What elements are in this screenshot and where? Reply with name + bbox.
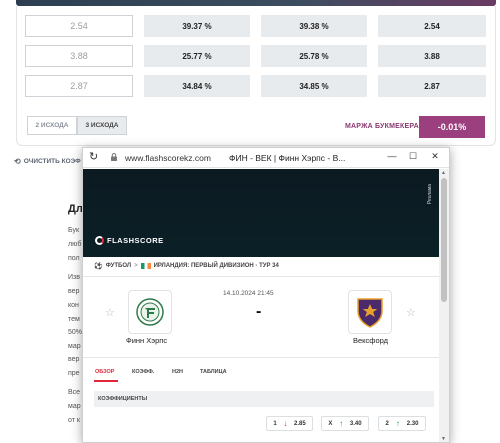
popup-browser-window: ↻ www.flashscorekz.com ФИН - ВЕК | Финн …	[82, 147, 450, 443]
article-line: вер	[68, 288, 80, 295]
margin-value: -0.01%	[419, 116, 485, 138]
flashscore-logo-icon	[95, 236, 104, 245]
window-title: ФИН - ВЕК | Финн Хэрпс - В...	[229, 153, 346, 163]
scrollbar-thumb[interactable]	[441, 178, 447, 302]
calc-row: 3.88 25.77 % 25.78 % 3.88	[25, 45, 487, 67]
odds-value: 2.85	[293, 420, 306, 427]
odds-label: 2	[385, 420, 389, 427]
article-line: кон	[68, 302, 79, 309]
home-team-name[interactable]: Финн Хэрпс	[126, 336, 167, 345]
reload-icon[interactable]: ↻	[89, 150, 98, 163]
article-heading: Дл	[68, 203, 83, 215]
article-line: пол	[68, 255, 80, 262]
article-line: от к	[68, 417, 80, 424]
flashscore-logo[interactable]: FLASHSCORE	[95, 236, 164, 245]
favorite-home-star-icon[interactable]: ☆	[105, 306, 115, 319]
odds-input[interactable]: 3.88	[25, 45, 133, 67]
tab-three-outcomes[interactable]: 3 ИСХОДА	[77, 116, 127, 135]
article-line: Изв	[68, 274, 80, 281]
odds-calculator: 2.54 39.37 % 39.38 % 2.54 3.88 25.77 % 2…	[16, 6, 496, 146]
article-line: Бук	[68, 227, 80, 234]
odds-home[interactable]: 1 ↓ 2.85	[266, 416, 313, 431]
window-titlebar[interactable]: ↻ www.flashscorekz.com ФИН - ВЕК | Финн …	[83, 148, 449, 168]
probability-cell: 39.37 %	[144, 15, 250, 37]
clear-odds-link[interactable]: ⟲ ОЧИСТИТЬ КОЭФ	[14, 157, 81, 166]
scroll-down-icon[interactable]: ▼	[441, 436, 446, 442]
odds-value: 2.30	[406, 420, 419, 427]
fair-odds-cell: 2.87	[378, 75, 486, 97]
breadcrumb-separator: >	[134, 263, 138, 269]
ad-label: Реклама	[427, 184, 433, 205]
ireland-flag-icon	[140, 263, 151, 269]
tab-h2h[interactable]: H2H	[172, 369, 183, 375]
odds-value: 3.40	[349, 420, 362, 427]
odds-section-header: КОЭФФИЦИЕНТЫ	[94, 391, 434, 407]
article-line: пре	[68, 370, 80, 377]
odds-label: X	[328, 420, 333, 427]
probability-cell: 34.84 %	[144, 75, 250, 97]
match-date: 14.10.2024 21:45	[223, 290, 274, 297]
minimize-button[interactable]: —	[385, 151, 399, 161]
article-line: люб	[68, 241, 82, 248]
tab-overview[interactable]: ОБЗОР	[95, 369, 114, 375]
refresh-icon: ⟲	[14, 157, 21, 166]
favorite-away-star-icon[interactable]: ☆	[406, 306, 416, 319]
arrow-up-icon: ↑	[339, 419, 344, 428]
article-line: вер	[68, 356, 80, 363]
away-team-name[interactable]: Вексфорд	[353, 336, 388, 345]
lock-icon	[111, 153, 117, 161]
margin-label: МАРЖА БУКМЕКЕРА	[345, 123, 419, 130]
odds-draw[interactable]: X ↑ 3.40	[321, 416, 369, 431]
tab-odds[interactable]: КОЭФФ.	[132, 369, 154, 375]
soccer-ball-icon: ⚽	[94, 263, 103, 270]
breadcrumb: ⚽ ФУТБОЛ > ИРЛАНДИЯ: ПЕРВЫЙ ДИВИЗИОН · Т…	[94, 262, 279, 270]
article-line: тем	[68, 316, 80, 323]
odds-input[interactable]: 2.54	[25, 15, 133, 37]
address-bar-url[interactable]: www.flashscorekz.com	[125, 153, 211, 163]
breadcrumb-sport[interactable]: ФУТБОЛ	[106, 263, 131, 269]
home-team-logo[interactable]	[128, 290, 172, 334]
tab-standings[interactable]: ТАБЛИЦА	[200, 369, 227, 375]
article-line: 50%	[68, 329, 83, 336]
calc-row: 2.54 39.37 % 39.38 % 2.54	[25, 15, 487, 37]
fair-probability-cell: 39.38 %	[261, 15, 367, 37]
divider	[83, 276, 439, 277]
arrow-up-icon: ↑	[395, 419, 400, 428]
tab-two-outcomes[interactable]: 2 ИСХОДА	[27, 116, 77, 135]
fair-probability-cell: 25.78 %	[261, 45, 367, 67]
odds-input[interactable]: 2.87	[25, 75, 133, 97]
fair-odds-cell: 2.54	[378, 15, 486, 37]
away-team-logo[interactable]	[348, 290, 392, 334]
page: 2.54 39.37 % 39.38 % 2.54 3.88 25.77 % 2…	[0, 0, 500, 443]
fair-odds-cell: 3.88	[378, 45, 486, 67]
odds-label: 1	[273, 420, 277, 427]
wexford-crest-icon	[357, 298, 383, 328]
probability-cell: 25.77 %	[144, 45, 250, 67]
article-line: мар	[68, 403, 81, 410]
active-tab-indicator	[94, 380, 118, 382]
calc-row: 2.87 34.84 % 34.85 % 2.87	[25, 75, 487, 97]
arrow-down-icon: ↓	[283, 419, 288, 428]
finn-harps-crest-icon	[136, 298, 164, 326]
fair-probability-cell: 34.85 %	[261, 75, 367, 97]
match-score: -	[256, 303, 262, 320]
odds-away[interactable]: 2 ↑ 2.30	[378, 416, 426, 431]
breadcrumb-league[interactable]: ИРЛАНДИЯ: ПЕРВЫЙ ДИВИЗИОН · ТУР 34	[154, 263, 279, 269]
divider	[83, 357, 439, 358]
clear-odds-label: ОЧИСТИТЬ КОЭФ	[23, 158, 81, 165]
article-line: Все	[68, 389, 81, 396]
article-line: мар	[68, 343, 81, 350]
scroll-up-icon[interactable]: ▲	[441, 170, 446, 176]
close-button[interactable]: ✕	[428, 151, 442, 162]
flashscore-logo-text: FLASHSCORE	[107, 236, 164, 245]
maximize-button[interactable]: ☐	[406, 151, 420, 162]
